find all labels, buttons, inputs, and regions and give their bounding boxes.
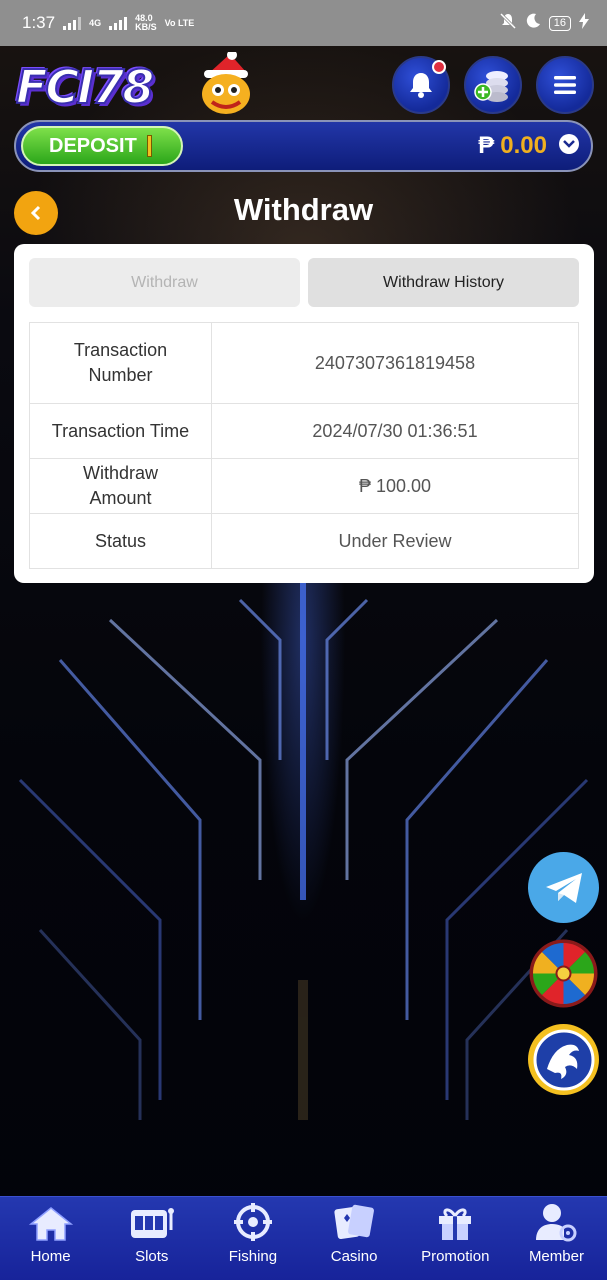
telegram-button[interactable] xyxy=(528,852,599,923)
bottom-nav: Home Slots Fishing Casino Promotion Memb… xyxy=(0,1196,607,1280)
nav-label: Slots xyxy=(135,1248,169,1265)
tab-withdraw[interactable]: Withdraw xyxy=(29,258,300,307)
member-icon xyxy=(536,1204,577,1242)
chevron-down-icon xyxy=(563,140,575,148)
lucky-wheel-icon xyxy=(529,939,598,1008)
nav-casino[interactable]: Casino xyxy=(304,1197,405,1280)
balance-amount: 0.00 xyxy=(500,132,547,159)
row-key: Transaction Number xyxy=(29,322,212,404)
withdraw-card: Withdraw Withdraw History Transaction Nu… xyxy=(14,244,594,583)
status-bar: 1:37 4G 48.0 KB/S Vo LTE 16 xyxy=(0,0,607,46)
nav-home[interactable]: Home xyxy=(0,1197,101,1280)
table-row: Withdraw Amount ₱ 100.00 xyxy=(29,458,579,514)
nav-member[interactable]: Member xyxy=(506,1197,607,1280)
home-icon xyxy=(28,1207,73,1241)
nav-label: Promotion xyxy=(421,1248,490,1265)
bell-icon xyxy=(410,73,432,98)
deposit-bar-icon xyxy=(146,135,152,157)
network-speed: 48.0 KB/S xyxy=(135,13,157,32)
app-header: FCI78 xyxy=(0,46,607,122)
status-value: Under Review xyxy=(211,513,579,569)
nav-label: Fishing xyxy=(228,1248,278,1265)
casino-icon xyxy=(334,1204,375,1239)
brand-logo[interactable]: FCI78 xyxy=(15,59,155,115)
lucky-wheel-button[interactable] xyxy=(528,938,599,1009)
balance-display: ₱ 0.00 xyxy=(478,132,547,160)
moon-icon xyxy=(525,13,541,34)
menu-button[interactable] xyxy=(536,56,594,114)
table-row: Transaction Time 2024/07/30 01:36:51 xyxy=(29,403,579,459)
row-value: ₱ 100.00 xyxy=(211,458,579,514)
charging-icon xyxy=(579,12,589,34)
gift-icon xyxy=(439,1208,472,1240)
balance-bar: DEPOSIT ₱ 0.00 xyxy=(14,120,593,172)
table-row: Transaction Number 2407307361819458 xyxy=(29,322,579,404)
currency-symbol: ₱ xyxy=(478,132,495,159)
tab-withdraw-history[interactable]: Withdraw History xyxy=(308,258,579,307)
nav-promotion[interactable]: Promotion xyxy=(405,1197,506,1280)
signal-icon xyxy=(63,16,82,30)
nav-label: Home xyxy=(30,1248,71,1265)
nav-label: Casino xyxy=(330,1248,378,1265)
signal-icon-2 xyxy=(109,16,128,30)
page-title: Withdraw xyxy=(233,192,374,227)
transaction-table: Transaction Number 2407307361819458 Tran… xyxy=(29,322,579,569)
row-value: 2024/07/30 01:36:51 xyxy=(211,403,579,459)
row-key: Transaction Time xyxy=(29,403,212,459)
lion-mascot-icon xyxy=(196,50,256,116)
dragon-icon xyxy=(533,1029,594,1090)
row-key: Status xyxy=(29,513,212,569)
nav-slots[interactable]: Slots xyxy=(101,1197,202,1280)
mute-icon xyxy=(499,12,517,35)
table-row: Status Under Review xyxy=(29,513,579,569)
battery-icon: 16 xyxy=(548,15,571,31)
deposit-button[interactable]: DEPOSIT xyxy=(21,126,183,166)
nav-label: Member xyxy=(528,1248,584,1265)
deposit-label: DEPOSIT xyxy=(49,134,137,157)
notification-dot xyxy=(432,60,446,74)
volte-label: Vo LTE xyxy=(164,17,195,28)
network-type: 4G xyxy=(89,17,102,28)
telegram-icon xyxy=(545,872,582,903)
coins-icon xyxy=(474,71,508,102)
hamburger-icon xyxy=(554,76,576,94)
fishing-icon xyxy=(233,1203,272,1241)
notifications-button[interactable] xyxy=(392,56,450,114)
row-key: Withdraw Amount xyxy=(29,458,212,514)
row-value: 2407307361819458 xyxy=(211,322,579,404)
balance-expand-button[interactable] xyxy=(559,134,579,154)
slots-icon xyxy=(130,1208,174,1238)
nav-fishing[interactable]: Fishing xyxy=(202,1197,303,1280)
dragon-button[interactable] xyxy=(528,1024,599,1095)
status-time: 1:37 xyxy=(22,13,56,32)
coins-button[interactable] xyxy=(464,56,522,114)
